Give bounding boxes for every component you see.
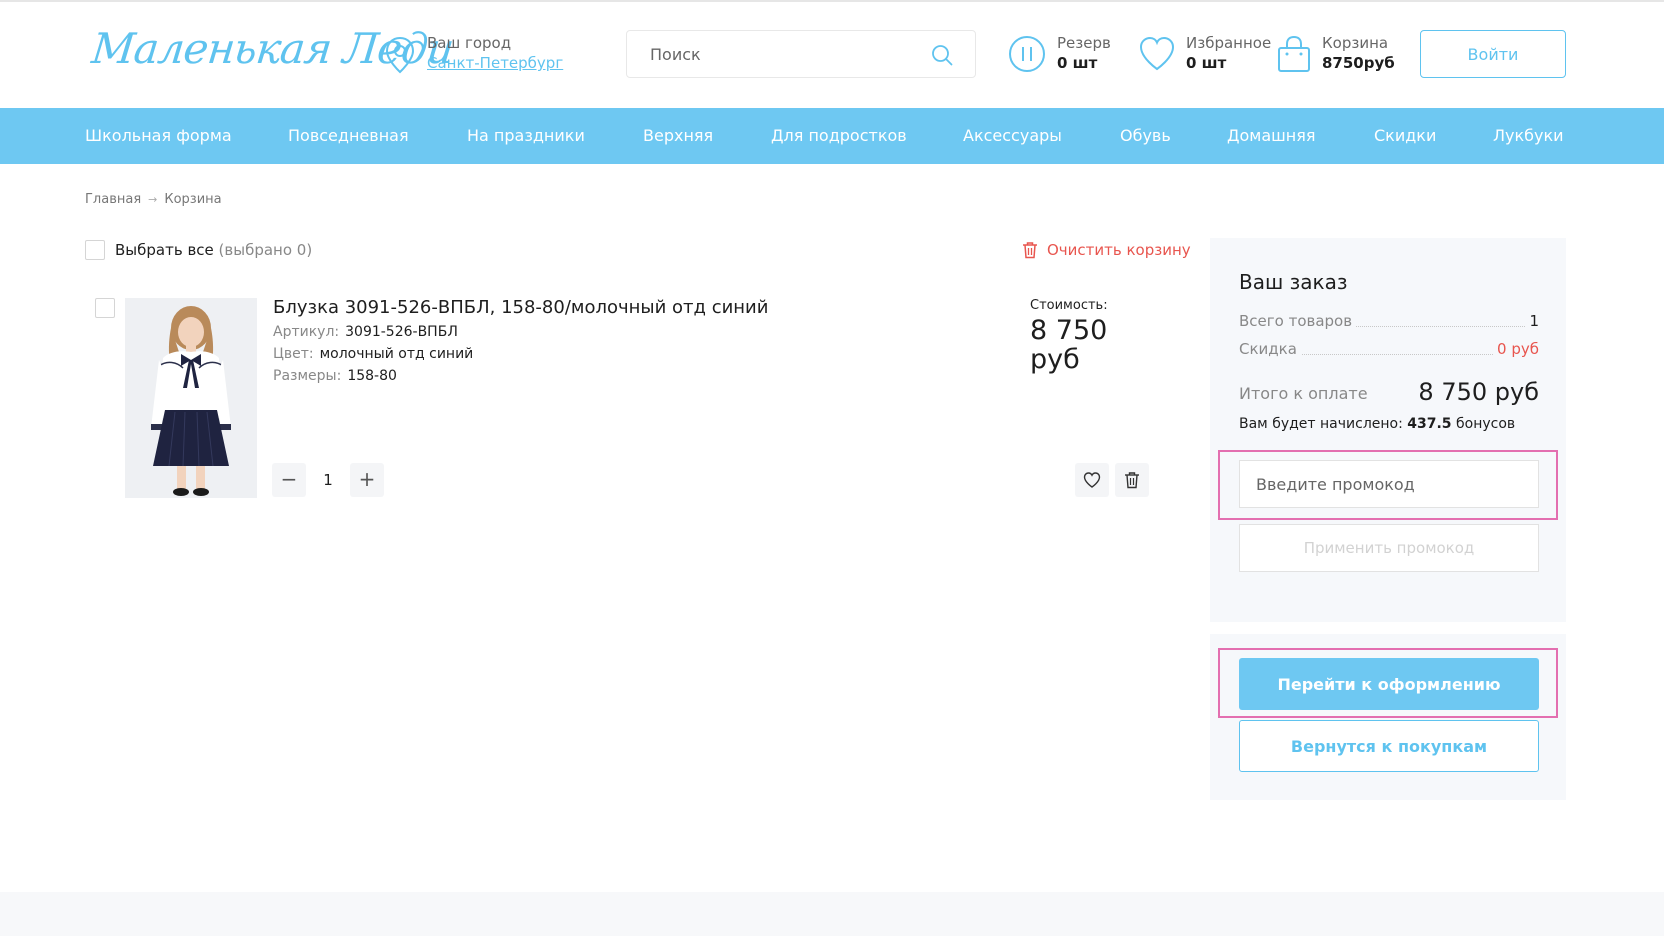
- reserve-count: 0 шт: [1057, 54, 1098, 72]
- product-article: Артикул: 3091-526-ВПБЛ: [273, 324, 458, 340]
- selected-count: (выбрано 0): [218, 241, 313, 259]
- decrease-quantity-button[interactable]: −: [272, 463, 306, 497]
- nav-item-lookbooks[interactable]: Лукбуки: [1493, 126, 1564, 145]
- color-value: молочный отд синий: [319, 346, 474, 362]
- bonus-prefix: Вам будет начислено:: [1239, 416, 1403, 432]
- product-title[interactable]: Блузка 3091-526-ВПБЛ, 158-80/молочный от…: [273, 297, 768, 318]
- bonus-value: 437.5: [1407, 416, 1452, 432]
- checkout-button[interactable]: Перейти к оформлению: [1239, 658, 1539, 710]
- heart-icon: [1083, 472, 1101, 488]
- nav-item-sale[interactable]: Скидки: [1374, 126, 1436, 145]
- delete-item-button[interactable]: [1115, 463, 1149, 497]
- nav-item-holidays[interactable]: На праздники: [467, 126, 585, 145]
- article-label: Артикул:: [273, 324, 340, 340]
- bonus-suffix: бонусов: [1456, 416, 1516, 432]
- select-all-label[interactable]: Выбрать все (выбрано 0): [115, 241, 312, 259]
- total-items-label: Всего товаров: [1239, 312, 1357, 330]
- trash-icon: [1125, 472, 1139, 489]
- increase-quantity-button[interactable]: +: [350, 463, 384, 497]
- search-input[interactable]: [627, 31, 927, 77]
- nav-item-teens[interactable]: Для подростков: [771, 126, 907, 145]
- reserve-label: Резерв: [1057, 34, 1111, 52]
- total-items-value: 1: [1525, 312, 1539, 330]
- size-label: Размеры:: [273, 368, 342, 384]
- order-actions: Перейти к оформлению Вернутся к покупкам: [1210, 634, 1566, 800]
- footer: [0, 892, 1664, 936]
- favorites-label: Избранное: [1186, 34, 1272, 52]
- clear-cart-label: Очистить корзину: [1047, 241, 1191, 259]
- cost-label: Стоимость:: [1030, 298, 1108, 313]
- cost-value: 8 750 руб: [1030, 315, 1108, 375]
- city-link[interactable]: Санкт-Петербург: [427, 54, 563, 72]
- to-pay-label: Итого к оплате: [1239, 384, 1368, 403]
- order-title: Ваш заказ: [1239, 270, 1348, 294]
- breadcrumb: Главная → Корзина: [85, 192, 222, 207]
- order-summary: Ваш заказ Всего товаров 1 Скидка 0 руб И…: [1210, 238, 1566, 622]
- discount-row: Скидка 0 руб: [1239, 340, 1539, 360]
- item-checkbox[interactable]: [95, 298, 115, 318]
- nav-item-school-uniform[interactable]: Школьная форма: [85, 126, 232, 145]
- discount-value: 0 руб: [1493, 340, 1539, 358]
- to-pay-value: 8 750 руб: [1418, 378, 1539, 406]
- location-pin-icon: [385, 36, 415, 74]
- shopping-bag-icon: [1278, 35, 1310, 72]
- breadcrumb-separator: →: [148, 193, 158, 206]
- total-items-row: Всего товаров 1: [1239, 312, 1539, 332]
- product-size: Размеры: 158-80: [273, 368, 397, 384]
- cart-total: 8750руб: [1322, 54, 1395, 72]
- pause-icon: [1009, 36, 1045, 72]
- trash-icon: [1023, 242, 1037, 259]
- city-label: Ваш город: [427, 34, 512, 52]
- favorites-count: 0 шт: [1186, 54, 1227, 72]
- continue-shopping-button[interactable]: Вернутся к покупкам: [1239, 720, 1539, 772]
- header: Маленькая Леди Ваш город Санкт-Петербург…: [0, 0, 1664, 108]
- product-image[interactable]: [125, 298, 257, 498]
- heart-icon: [1139, 36, 1175, 71]
- nav-item-shoes[interactable]: Обувь: [1120, 126, 1171, 145]
- nav-item-casual[interactable]: Повседневная: [288, 126, 409, 145]
- main-nav: Школьная форма Повседневная На праздники…: [0, 108, 1664, 164]
- color-label: Цвет:: [273, 346, 314, 362]
- add-to-favorites-button[interactable]: [1075, 463, 1109, 497]
- quantity-value[interactable]: 1: [310, 463, 346, 497]
- product-color: Цвет: молочный отд синий: [273, 346, 473, 362]
- nav-item-accessories[interactable]: Аксессуары: [963, 126, 1062, 145]
- select-all-text: Выбрать все: [115, 241, 214, 259]
- search-box: [626, 30, 976, 78]
- girl-in-uniform-illustration: [125, 298, 257, 498]
- breadcrumb-home[interactable]: Главная: [85, 192, 141, 207]
- article-value: 3091-526-ВПБЛ: [345, 324, 458, 340]
- apply-promo-button[interactable]: Применить промокод: [1239, 524, 1539, 572]
- search-icon[interactable]: [931, 44, 953, 66]
- bonus-info: Вам будет начислено: 437.5 бонусов: [1239, 416, 1515, 432]
- discount-label: Скидка: [1239, 340, 1301, 358]
- nav-item-home[interactable]: Домашняя: [1227, 126, 1316, 145]
- breadcrumb-current: Корзина: [164, 192, 222, 207]
- nav-item-outerwear[interactable]: Верхняя: [643, 126, 713, 145]
- cart-label: Корзина: [1322, 34, 1389, 52]
- login-button[interactable]: Войти: [1420, 30, 1566, 78]
- size-value: 158-80: [347, 368, 397, 384]
- select-all-checkbox[interactable]: [85, 240, 105, 260]
- promo-code-input[interactable]: [1239, 460, 1539, 508]
